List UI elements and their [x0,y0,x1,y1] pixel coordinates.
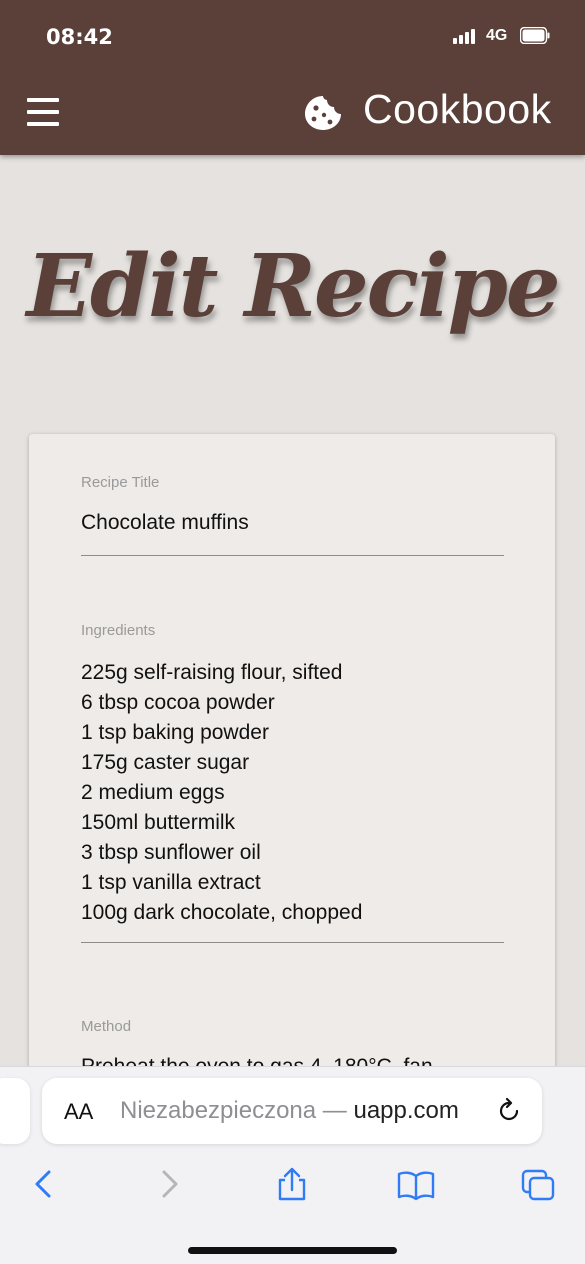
back-icon[interactable] [24,1166,64,1206]
battery-icon [520,27,550,44]
ingredient-line: 150ml buttermilk [81,811,236,834]
ingredients-label: Ingredients [81,622,156,639]
cookie-icon [305,96,341,130]
ingredients-underline [81,942,504,943]
ingredient-line: 6 tbsp cocoa powder [81,691,275,714]
url-display[interactable]: Niezabezpieczona — uapp.com [120,1097,459,1125]
status-time: 08:42 [46,25,113,49]
recipe-title-input[interactable]: Chocolate muffins [81,508,249,538]
recipe-title-label: Recipe Title [81,474,160,491]
recipe-form-card: Recipe Title Chocolate muffins Ingredien… [29,434,555,1134]
network-type: 4G [486,27,508,44]
browser-bottom-bar: AA Niezabezpieczona — uapp.com [0,1066,585,1264]
ingredient-line: 2 medium eggs [81,781,225,804]
recipe-title-underline [81,555,504,556]
app-header: 08:42 4G Cookbook [0,0,585,155]
ingredient-line: 1 tsp baking powder [81,721,269,744]
ingredient-line: 3 tbsp sunflower oil [81,841,261,864]
method-label: Method [81,1018,132,1035]
url-domain: uapp.com [353,1097,459,1124]
previous-tab-preview[interactable] [0,1078,30,1144]
reload-icon[interactable] [495,1097,523,1125]
ingredient-line: 100g dark chocolate, chopped [81,901,363,924]
url-security-text: Niezabezpieczona — [120,1097,354,1124]
hamburger-menu-icon[interactable] [27,98,59,126]
address-bar[interactable]: AA Niezabezpieczona — uapp.com [42,1078,542,1144]
page-title: Edit Recipe [26,236,560,337]
home-indicator [188,1247,397,1254]
forward-icon[interactable] [150,1166,190,1206]
ingredient-line: 175g caster sugar [81,751,250,774]
share-icon[interactable] [272,1166,312,1206]
tabs-icon[interactable] [519,1166,559,1206]
ingredients-textarea[interactable]: 225g self-raising flour, sifted 6 tbsp c… [81,658,362,928]
ingredient-line: 225g self-raising flour, sifted [81,661,343,684]
ingredient-line: 1 tsp vanilla extract [81,871,261,894]
bookmarks-icon[interactable] [396,1166,436,1206]
reader-options-button[interactable]: AA [64,1099,93,1125]
app-brand[interactable]: Cookbook [363,86,552,133]
signal-icon [453,28,475,44]
